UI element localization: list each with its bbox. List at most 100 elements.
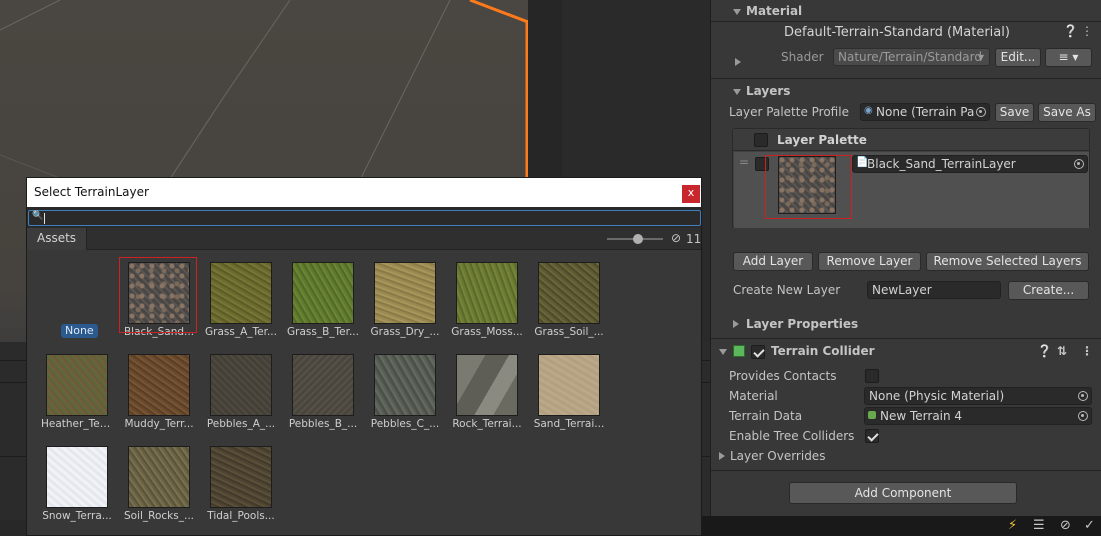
asset-thumbnail[interactable] [374, 354, 436, 416]
asset-name: Snow_Terra... [42, 510, 112, 522]
asset-thumbnail[interactable] [374, 262, 436, 324]
text-caret [44, 213, 45, 224]
asset-thumbnail[interactable] [210, 446, 272, 508]
drag-handle-icon[interactable]: = [739, 155, 749, 169]
provides-contacts-checkbox[interactable] [865, 369, 879, 383]
asset-name: Grass_Moss... [451, 326, 523, 338]
asset-thumbnail[interactable] [46, 446, 108, 508]
debug-icon[interactable]: ⚡ [1008, 518, 1017, 533]
remove-selected-layers-button[interactable]: Remove Selected Layers [926, 252, 1089, 271]
preset-icon[interactable]: ⇅ [1057, 344, 1067, 358]
collider-material-label: Material [729, 389, 778, 403]
tab-assets[interactable]: Assets [27, 228, 88, 250]
terrain-data-field[interactable]: New Terrain 4 [864, 407, 1092, 425]
kebab-menu-icon[interactable]: ⋮ [1081, 24, 1093, 38]
new-layer-name-input[interactable]: NewLayer [867, 281, 1001, 299]
object-picker-icon[interactable] [976, 107, 986, 117]
help-icon[interactable]: ❔ [1063, 24, 1078, 38]
asset-thumbnail[interactable] [538, 354, 600, 416]
status-bar: ⚡ ☰ ⊘ ✓ [702, 516, 1101, 536]
palette-profile-field[interactable]: ◉ None (Terrain Pa [860, 103, 990, 121]
hidden-count: 11 [686, 232, 702, 246]
material-name: Default-Terrain-Standard (Material) [784, 25, 1010, 40]
asset-name: Pebbles_A_... [206, 418, 276, 430]
select-terrainlayer-dialog: Select TerrainLayer x 🔍 Assets ⊘ 11 None… [26, 177, 702, 536]
asset-thumbnail[interactable] [46, 354, 108, 416]
add-component-button[interactable]: Add Component [789, 482, 1017, 504]
search-input[interactable]: 🔍 [28, 210, 701, 226]
foldout-arrow-icon [719, 349, 727, 355]
palette-select-all-checkbox[interactable] [754, 133, 768, 147]
document-icon: 📄 [856, 157, 869, 168]
asset-thumbnail[interactable] [210, 354, 272, 416]
foldout-arrow-icon [719, 452, 725, 460]
object-picker-icon[interactable] [1078, 391, 1088, 401]
asset-name: Soil_Rocks_... [123, 510, 194, 522]
save-button[interactable]: Save [995, 103, 1034, 122]
asset-name: Grass_A_Ter... [205, 326, 277, 338]
layer-palette-box: Layer Palette = 📄 Black_Sand_TerrainLaye… [732, 128, 1090, 228]
material-expand-arrow-icon[interactable] [735, 58, 741, 66]
layer-overrides-header[interactable]: Layer Overrides [711, 448, 1101, 466]
terrain-data-icon [868, 411, 876, 419]
layers-stack-icon[interactable]: ☰ [1033, 518, 1045, 533]
asset-thumbnail[interactable] [128, 354, 190, 416]
terrain-data-label: Terrain Data [729, 409, 803, 423]
asset-name: Sand_Terrai... [533, 418, 605, 430]
shader-options-button[interactable]: ≡ ▾ [1045, 48, 1092, 67]
enable-tree-colliders-label: Enable Tree Colliders [729, 429, 855, 443]
dialog-title: Select TerrainLayer [34, 185, 149, 199]
material-header[interactable]: Material [711, 2, 1101, 22]
shader-edit-button[interactable]: Edit... [995, 48, 1041, 67]
asset-name: Muddy_Terr... [124, 418, 194, 430]
visibility-off-icon[interactable]: ⊘ [1060, 518, 1071, 533]
remove-layer-button[interactable]: Remove Layer [818, 252, 921, 271]
asset-name: Grass_Dry_... [370, 326, 440, 338]
asset-thumbnail[interactable] [292, 354, 354, 416]
provides-contacts-label: Provides Contacts [729, 369, 837, 383]
none-item[interactable]: None [61, 324, 98, 338]
asset-name: Rock_Terrai... [452, 418, 522, 430]
create-button[interactable]: Create... [1008, 281, 1089, 300]
save-as-button[interactable]: Save As [1038, 103, 1096, 122]
asset-thumbnail[interactable] [292, 262, 354, 324]
collider-material-field[interactable]: None (Physic Material) [864, 387, 1092, 405]
asset-thumbnail[interactable] [210, 262, 272, 324]
asset-thumbnail[interactable] [456, 354, 518, 416]
slider-knob[interactable] [633, 234, 643, 244]
shader-dropdown[interactable]: Nature/Terrain/Standard ▾ [833, 48, 990, 66]
object-picker-icon[interactable] [1078, 411, 1088, 421]
object-picker-icon[interactable] [1074, 159, 1084, 169]
help-icon[interactable]: ❔ [1037, 344, 1052, 358]
foldout-arrow-icon [733, 89, 741, 95]
foldout-arrow-icon [733, 9, 741, 15]
hidden-packages-icon[interactable]: ⊘ [671, 231, 681, 245]
asset-name: Grass_Soil_... [534, 326, 604, 338]
terrain-collider-component-icon [733, 345, 745, 357]
add-layer-button[interactable]: Add Layer [733, 252, 813, 271]
inspector-panel: Material Default-Terrain-Standard (Mater… [710, 0, 1101, 520]
shader-label: Shader [781, 50, 824, 64]
layers-header[interactable]: Layers [711, 82, 1101, 102]
layer-row[interactable]: = 📄 Black_Sand_TerrainLayer [734, 152, 1089, 228]
enable-tree-colliders-checkbox[interactable] [865, 429, 879, 443]
asset-selection-outline [119, 257, 197, 333]
asset-name: Tidal_Pools... [207, 510, 275, 522]
asset-thumbnail[interactable] [128, 446, 190, 508]
terrain-collider-enabled-checkbox[interactable] [751, 345, 765, 359]
layer-properties-header[interactable]: Layer Properties [711, 315, 1101, 335]
asset-thumbnail[interactable] [538, 262, 600, 324]
kebab-menu-icon[interactable]: ⋮ [1081, 344, 1093, 358]
terrain-layer-field[interactable]: 📄 Black_Sand_TerrainLayer [852, 155, 1088, 173]
progress-check-icon[interactable]: ✓ [1084, 518, 1095, 533]
list-icon: ≡ ▾ [1058, 50, 1079, 64]
asset-thumbnail[interactable] [456, 262, 518, 324]
asset-name: Heather_Ter... [41, 418, 113, 430]
dialog-titlebar[interactable]: Select TerrainLayer x [27, 178, 701, 207]
close-button[interactable]: x [682, 185, 700, 203]
selection-highlight [765, 155, 852, 219]
terrain-collider-header[interactable]: Terrain Collider ❔ ⇅ ⋮ [711, 342, 1101, 362]
palette-asset-icon: ◉ [864, 105, 873, 116]
palette-profile-label: Layer Palette Profile [729, 105, 849, 119]
foldout-arrow-icon [733, 320, 739, 328]
